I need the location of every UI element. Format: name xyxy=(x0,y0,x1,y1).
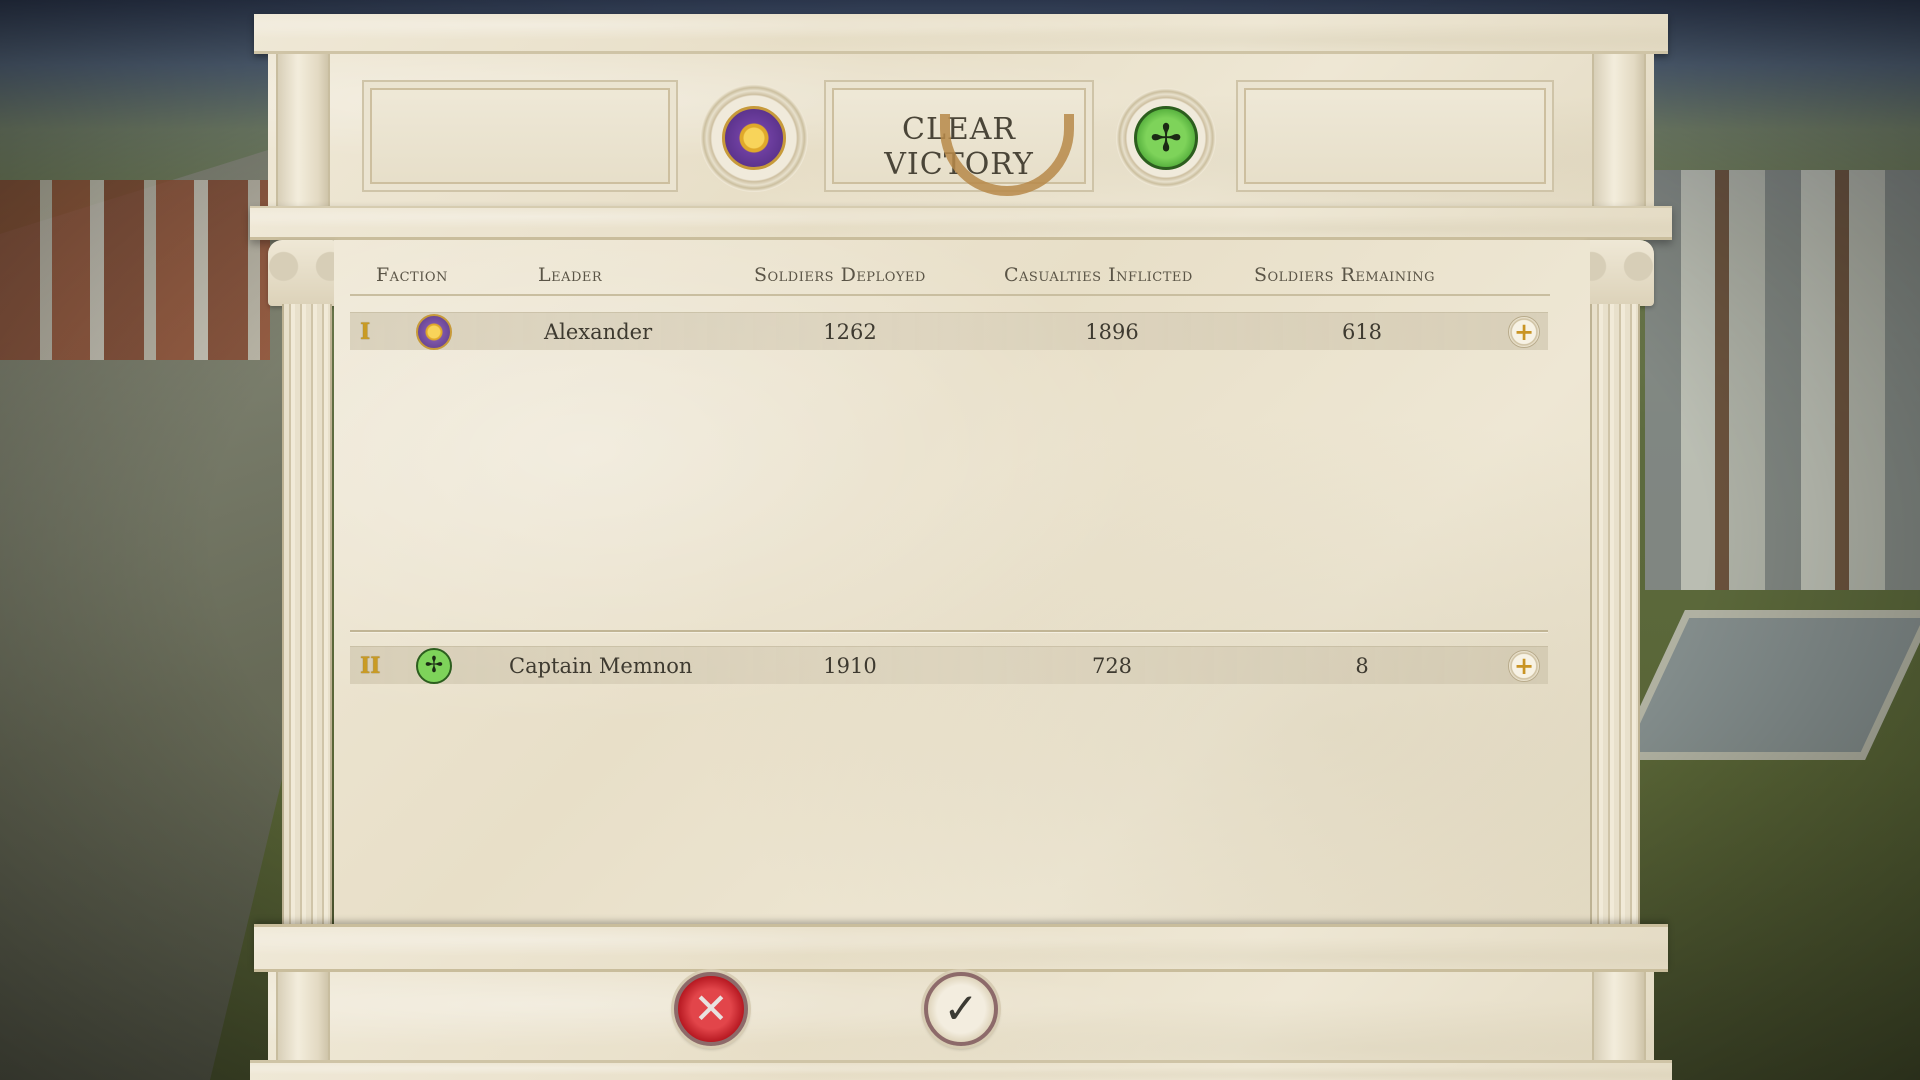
column-left xyxy=(268,240,346,930)
alliance-divider xyxy=(350,630,1548,632)
plus-icon[interactable]: + xyxy=(1508,316,1540,348)
sun-emblem-icon xyxy=(722,106,786,170)
column-shaft-left xyxy=(282,304,332,930)
eagle-emblem-icon: ✢ xyxy=(1134,106,1198,170)
table-header: Faction Leader Soldiers Deployed Casualt… xyxy=(350,260,1550,296)
panel-base xyxy=(250,1060,1672,1080)
panel-cornice xyxy=(254,14,1668,54)
soldiers-deployed: 1910 xyxy=(823,654,877,678)
defeated-emblem: ✢ xyxy=(1116,88,1216,188)
casualties-inflicted: 1896 xyxy=(1085,320,1139,344)
bottom-beam xyxy=(254,924,1668,972)
soldiers-deployed: 1262 xyxy=(823,320,877,344)
column-right xyxy=(1576,240,1654,930)
checkmark-icon: ✓ xyxy=(943,984,979,1033)
table-row: II ✢ Captain Memnon 1910 728 8 + xyxy=(350,646,1548,684)
accept-results-button[interactable]: ✓ xyxy=(924,972,998,1046)
casualties-inflicted: 728 xyxy=(1091,654,1133,678)
col-header-inflicted: Casualties Inflicted xyxy=(1004,264,1193,286)
eagle-emblem-icon: ✢ xyxy=(416,648,452,684)
plus-icon[interactable]: + xyxy=(1508,650,1540,682)
victor-emblem xyxy=(700,84,808,192)
crossed-swords-icon: ✕ xyxy=(693,984,729,1033)
col-header-leader: Leader xyxy=(538,264,603,286)
column-shaft-right xyxy=(1590,304,1640,930)
header-pilaster-right xyxy=(1592,54,1646,206)
sun-emblem-icon xyxy=(416,314,452,350)
col-header-deployed: Soldiers Deployed xyxy=(754,264,926,286)
continue-battle-button[interactable]: ✕ xyxy=(674,972,748,1046)
left-faction-summary-box xyxy=(362,80,678,192)
battle-results-panel: CLEAR VICTORY ✢ Faction Leader Soldiers … xyxy=(250,14,1672,1080)
rank-label: II xyxy=(360,653,381,679)
soldiers-remaining: 618 xyxy=(1341,320,1383,344)
results-table-area: Faction Leader Soldiers Deployed Casualt… xyxy=(334,240,1590,940)
col-header-remaining: Soldiers Remaining xyxy=(1254,264,1435,286)
col-header-faction: Faction xyxy=(376,264,448,286)
leader-name: Captain Memnon xyxy=(509,654,693,678)
row-faction xyxy=(416,314,452,350)
header-pilaster-left xyxy=(276,54,330,206)
leader-name: Alexander xyxy=(544,320,653,344)
row-faction: ✢ xyxy=(416,648,452,684)
right-faction-summary-box xyxy=(1236,80,1554,192)
table-row: I Alexander 1262 1896 618 + xyxy=(350,312,1548,350)
soldiers-remaining: 8 xyxy=(1355,654,1369,678)
middle-beam xyxy=(250,206,1672,240)
rank-label: I xyxy=(360,319,371,345)
